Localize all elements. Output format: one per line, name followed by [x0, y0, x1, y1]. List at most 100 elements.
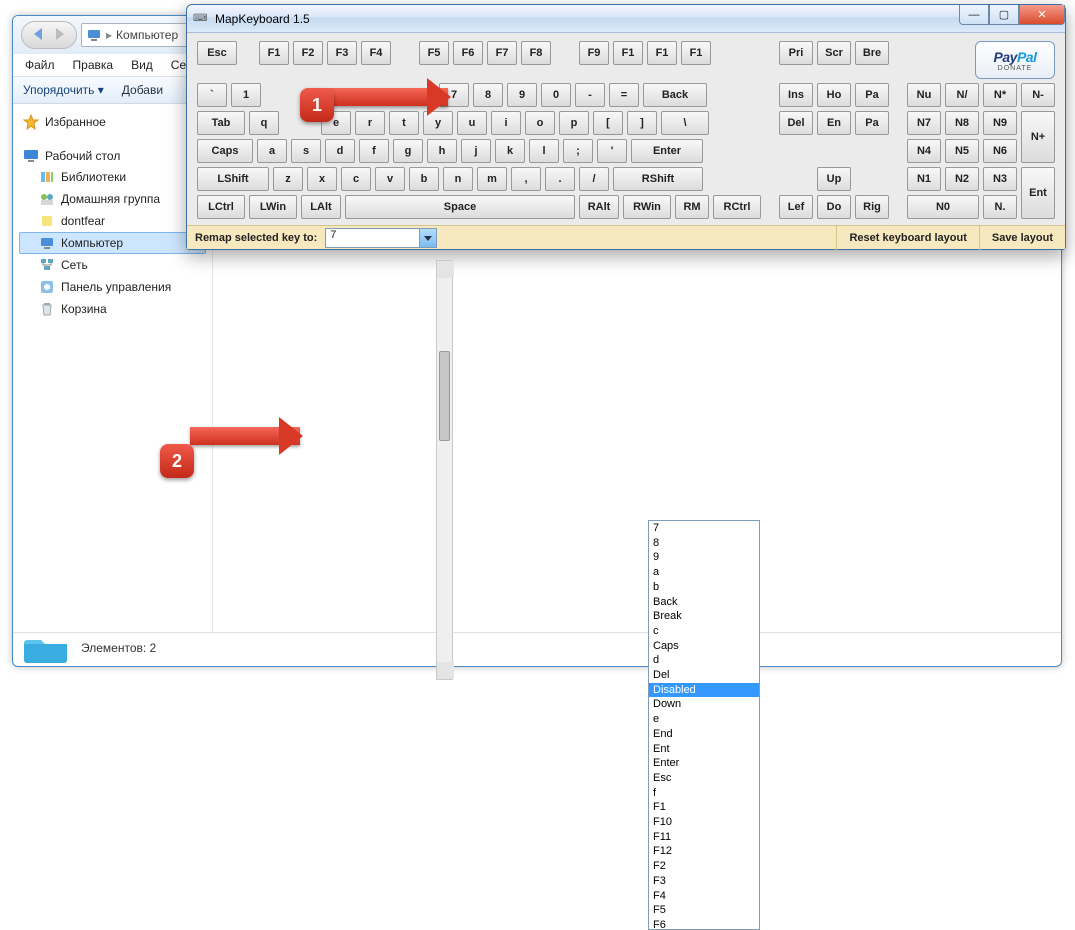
key-8[interactable]: 8 [473, 83, 503, 107]
key-left[interactable]: Lef [779, 195, 813, 219]
key-f10[interactable]: F1 [613, 41, 643, 65]
key-rbracket[interactable]: ] [627, 111, 657, 135]
key-numadd[interactable]: N+ [1021, 111, 1055, 163]
key-t[interactable]: t [389, 111, 419, 135]
sidebar-item-user[interactable]: dontfear [19, 210, 206, 232]
key-right[interactable]: Rig [855, 195, 889, 219]
key-numdiv[interactable]: N/ [945, 83, 979, 107]
key-numdec[interactable]: N. [983, 195, 1017, 219]
key-end[interactable]: En [817, 111, 851, 135]
key-rshift[interactable]: RShift [613, 167, 703, 191]
key-9[interactable]: 9 [507, 83, 537, 107]
key-o[interactable]: o [525, 111, 555, 135]
dropdown-option[interactable]: F6 [649, 918, 759, 930]
dropdown-option[interactable]: Break [649, 609, 759, 624]
key-f1[interactable]: F1 [259, 41, 289, 65]
sidebar-item-libraries[interactable]: Библиотеки [19, 166, 206, 188]
key-1[interactable]: 1 [231, 83, 261, 107]
dropdown-option[interactable]: F4 [649, 889, 759, 904]
key-nummul[interactable]: N* [983, 83, 1017, 107]
key-lwin[interactable]: LWin [249, 195, 297, 219]
key-num6[interactable]: N6 [983, 139, 1017, 163]
dropdown-option[interactable]: F1 [649, 800, 759, 815]
key-numsub[interactable]: N- [1021, 83, 1055, 107]
key-lbracket[interactable]: [ [593, 111, 623, 135]
dropdown-option[interactable]: e [649, 712, 759, 727]
dropdown-option[interactable]: Enter [649, 756, 759, 771]
minimize-button[interactable]: — [959, 5, 989, 25]
key-num5[interactable]: N5 [945, 139, 979, 163]
key-break[interactable]: Bre [855, 41, 889, 65]
key-caps[interactable]: Caps [197, 139, 253, 163]
key-f7[interactable]: F7 [487, 41, 517, 65]
dropdown-option[interactable]: Del [649, 668, 759, 683]
dropdown-option[interactable]: Disabled [649, 683, 759, 698]
sidebar-item-network[interactable]: Сеть [19, 254, 206, 276]
key-space[interactable]: Space [345, 195, 575, 219]
key-tab[interactable]: Tab [197, 111, 245, 135]
dropdown-option[interactable]: F3 [649, 874, 759, 889]
key-f8[interactable]: F8 [521, 41, 551, 65]
sidebar-favorites[interactable]: Избранное [19, 112, 206, 132]
key-f[interactable]: f [359, 139, 389, 163]
key-num0[interactable]: N0 [907, 195, 979, 219]
dropdown-scrollbar[interactable] [436, 260, 453, 680]
dropdown-option[interactable]: F5 [649, 903, 759, 918]
key-semicolon[interactable]: ; [563, 139, 593, 163]
key-scrolllock[interactable]: Scr [817, 41, 851, 65]
key-num4[interactable]: N4 [907, 139, 941, 163]
menu-item[interactable]: Файл [25, 58, 55, 72]
toolbar-add[interactable]: Добави [122, 83, 163, 97]
dropdown-option[interactable]: 7 [649, 521, 759, 536]
scroll-up-icon[interactable] [437, 261, 454, 278]
key-num1[interactable]: N1 [907, 167, 941, 191]
scroll-thumb[interactable] [439, 351, 450, 441]
key-lalt[interactable]: LAlt [301, 195, 341, 219]
dropdown-option[interactable]: 9 [649, 550, 759, 565]
dropdown-option[interactable]: End [649, 727, 759, 742]
key-f12[interactable]: F1 [681, 41, 711, 65]
dropdown-option[interactable]: Ent [649, 742, 759, 757]
key-n[interactable]: n [443, 167, 473, 191]
key-r[interactable]: r [355, 111, 385, 135]
key-slash[interactable]: / [579, 167, 609, 191]
dropdown-option[interactable]: Back [649, 595, 759, 610]
key-pgup[interactable]: Pa [855, 83, 889, 107]
dropdown-option[interactable]: f [649, 786, 759, 801]
key-q[interactable]: q [249, 111, 279, 135]
dropdown-option[interactable]: F10 [649, 815, 759, 830]
key-b[interactable]: b [409, 167, 439, 191]
key-minus[interactable]: - [575, 83, 605, 107]
key-num8[interactable]: N8 [945, 111, 979, 135]
key-down[interactable]: Do [817, 195, 851, 219]
key-rctrl[interactable]: RCtrl [713, 195, 761, 219]
key-d[interactable]: d [325, 139, 355, 163]
sidebar-item-recycle[interactable]: Корзина [19, 298, 206, 320]
nav-back-forward[interactable] [21, 21, 77, 49]
sidebar-item-controlpanel[interactable]: Панель управления [19, 276, 206, 298]
menu-item[interactable]: Вид [131, 58, 153, 72]
key-num7[interactable]: N7 [907, 111, 941, 135]
key-f9[interactable]: F9 [579, 41, 609, 65]
key-c[interactable]: c [341, 167, 371, 191]
key-equals[interactable]: = [609, 83, 639, 107]
dropdown-option[interactable]: a [649, 565, 759, 580]
key-rmenu[interactable]: RM [675, 195, 709, 219]
key-k[interactable]: k [495, 139, 525, 163]
dropdown-option[interactable]: F12 [649, 844, 759, 859]
key-z[interactable]: z [273, 167, 303, 191]
dropdown-option[interactable]: Down [649, 697, 759, 712]
remap-dropdown[interactable]: 789abBackBreakcCapsdDelDisabledDowneEndE… [648, 520, 760, 930]
key-printscr[interactable]: Pri [779, 41, 813, 65]
key-m[interactable]: m [477, 167, 507, 191]
key-h[interactable]: h [427, 139, 457, 163]
key-f2[interactable]: F2 [293, 41, 323, 65]
key-v[interactable]: v [375, 167, 405, 191]
key-i[interactable]: i [491, 111, 521, 135]
save-layout-button[interactable]: Save layout [979, 226, 1065, 250]
key-f6[interactable]: F6 [453, 41, 483, 65]
titlebar[interactable]: ⌨ MapKeyboard 1.5 — ▢ ✕ [187, 5, 1065, 33]
key-backslash[interactable]: \ [661, 111, 709, 135]
dropdown-option[interactable]: F2 [649, 859, 759, 874]
key-x[interactable]: x [307, 167, 337, 191]
